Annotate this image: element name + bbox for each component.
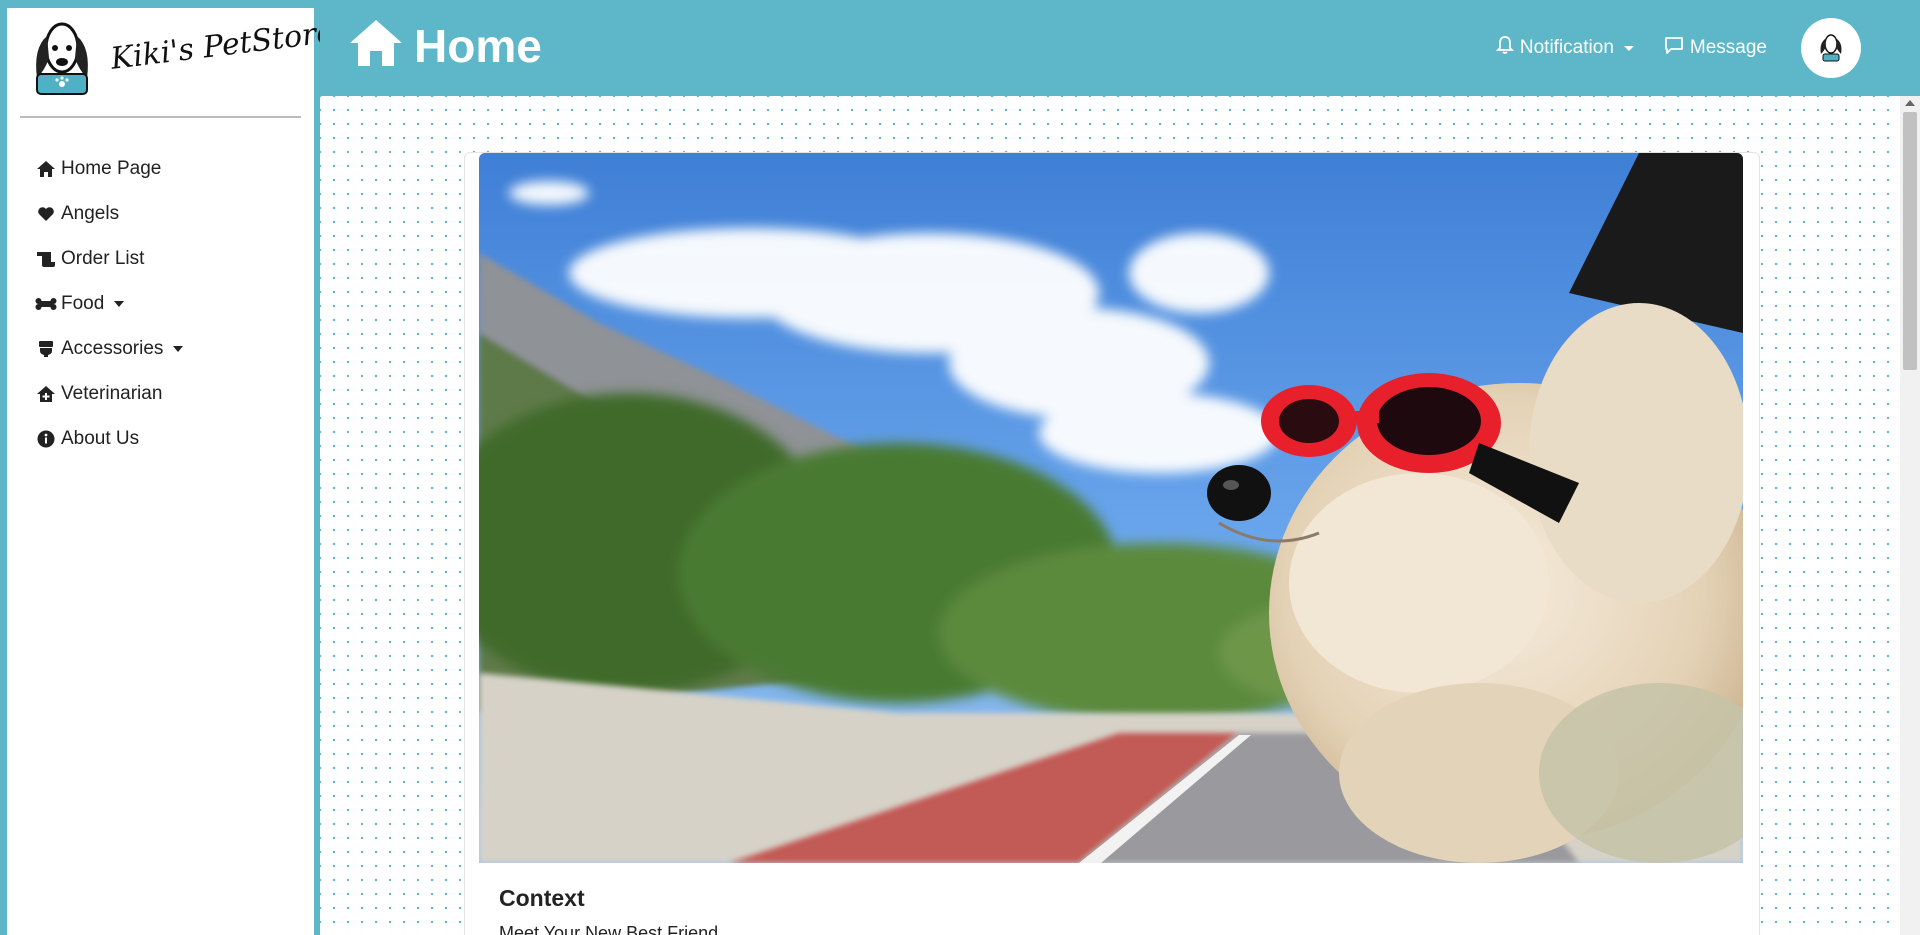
scroll-icon bbox=[35, 248, 57, 270]
sidebar-item-label: Home Page bbox=[61, 157, 162, 179]
dog-mascot-icon bbox=[36, 22, 88, 95]
bone-icon bbox=[35, 293, 57, 315]
header-actions: Notification Message bbox=[1495, 0, 1920, 96]
info-icon bbox=[35, 428, 57, 450]
sidebar-item-veterinarian[interactable]: Veterinarian bbox=[35, 371, 183, 416]
message-label: Message bbox=[1689, 37, 1767, 58]
hero-card: Context Meet Your New Best Friend bbox=[464, 152, 1760, 935]
main-content: Context Meet Your New Best Friend bbox=[320, 96, 1900, 935]
chevron-down-icon bbox=[1623, 45, 1634, 51]
scroll-up-icon[interactable] bbox=[1905, 100, 1915, 106]
card-subtitle: Meet Your New Best Friend bbox=[499, 923, 719, 935]
scroll-thumb[interactable] bbox=[1903, 112, 1917, 370]
message-icon bbox=[1664, 36, 1684, 61]
house-medical-icon bbox=[35, 383, 57, 405]
notification-dropdown[interactable]: Notification bbox=[1495, 35, 1634, 61]
hero-dog-photo bbox=[479, 153, 1743, 863]
sidebar-divider bbox=[20, 116, 301, 118]
chevron-down-icon bbox=[114, 300, 125, 307]
message-link[interactable]: Message bbox=[1664, 36, 1767, 61]
store-logo[interactable]: Kiki's PetStore bbox=[27, 12, 336, 112]
sidebar-item-accessories[interactable]: Accessories bbox=[35, 326, 184, 371]
page-title: Home bbox=[348, 18, 542, 73]
sidebar-item-label: Veterinarian bbox=[61, 382, 163, 404]
sidebar-item-angels[interactable]: Angels bbox=[35, 191, 183, 236]
sidebar-item-about-us[interactable]: About Us bbox=[35, 416, 183, 461]
home-icon bbox=[35, 158, 57, 180]
sidebar-item-label: Food bbox=[61, 292, 105, 314]
page-title-text: Home bbox=[414, 19, 542, 72]
toilet-icon bbox=[35, 338, 57, 360]
sidebar-item-label: Order List bbox=[61, 247, 145, 269]
avatar[interactable] bbox=[1801, 18, 1861, 78]
brand-name: Kiki's PetStore bbox=[108, 14, 336, 77]
heart-icon bbox=[35, 203, 57, 225]
page-scrollbar[interactable] bbox=[1900, 96, 1920, 935]
sidebar-nav: Home Page Angels Order List Food Accesso… bbox=[35, 146, 184, 461]
sidebar-item-label: Angels bbox=[61, 202, 120, 224]
top-header: Home Notification Message bbox=[320, 0, 1920, 96]
chevron-down-icon bbox=[173, 345, 184, 352]
sidebar-item-food[interactable]: Food bbox=[35, 281, 183, 326]
sidebar-item-home-page[interactable]: Home Page bbox=[35, 146, 183, 191]
card-title: Context bbox=[499, 885, 585, 911]
sidebar: Kiki's PetStore Home Page Angels Order L… bbox=[7, 8, 336, 935]
sidebar-item-label: About Us bbox=[61, 427, 140, 449]
sidebar-item-order-list[interactable]: Order List bbox=[35, 236, 183, 281]
notification-label: Notification bbox=[1519, 37, 1614, 58]
bell-icon bbox=[1495, 35, 1515, 61]
sidebar-item-label: Accessories bbox=[61, 337, 164, 359]
home-icon bbox=[348, 18, 404, 73]
dog-mascot-icon bbox=[1820, 34, 1842, 62]
